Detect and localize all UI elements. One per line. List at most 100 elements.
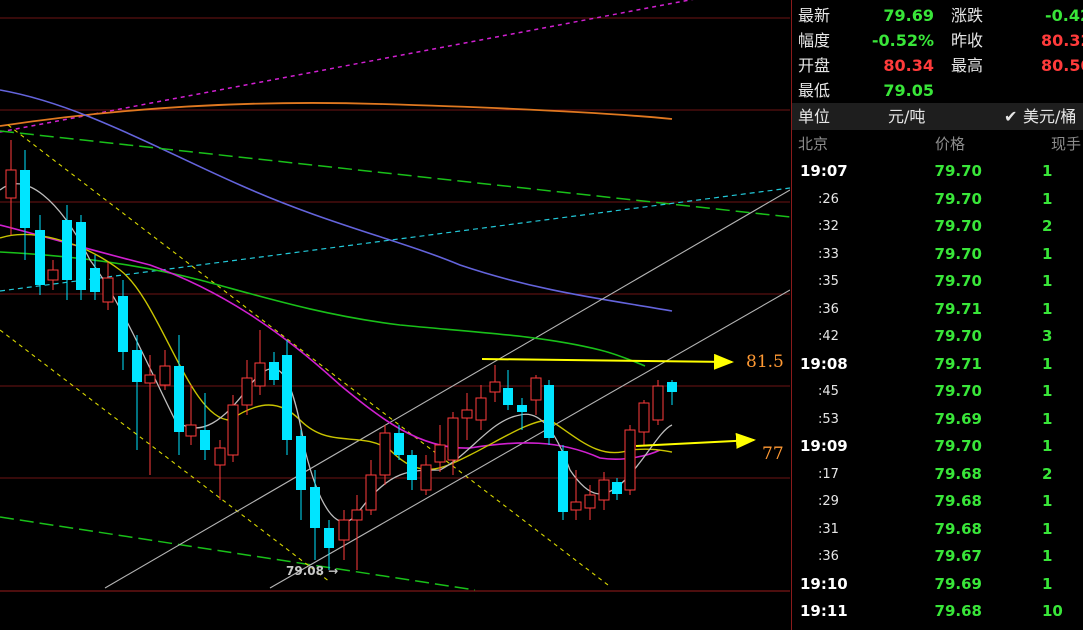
candlestick[interactable] [584,485,596,520]
candlestick[interactable] [434,425,446,472]
check-icon: ✔ [1004,107,1018,126]
candlestick[interactable] [447,412,459,475]
candlestick[interactable] [241,360,253,415]
tick-price: 79.71 [934,354,982,373]
candlestick[interactable] [35,215,45,295]
candlestick[interactable] [47,260,59,290]
candlestick[interactable] [5,140,17,235]
candlestick[interactable] [379,425,391,485]
candlestick[interactable] [461,393,473,440]
candlestick[interactable] [76,215,86,300]
candle-body [62,220,72,280]
candlestick[interactable] [310,470,320,560]
tick-time: :53 [818,411,839,427]
kline-chart[interactable]: 81.5 77 79.08 → [0,0,790,630]
candle-body [324,528,334,548]
tick-volume: 1 [1042,272,1053,290]
tick-row[interactable]: :35 79.70 1 [792,268,1083,295]
unit-label: 单位 [798,107,831,126]
candlestick[interactable] [174,335,184,455]
candlestick[interactable] [638,400,650,445]
candlestick[interactable] [20,150,30,260]
tick-volume: 1 [1042,492,1053,510]
candle-body [612,482,622,494]
candle-body [282,355,292,440]
candlestick[interactable] [365,460,377,515]
candlestick[interactable] [667,380,677,405]
candlestick[interactable] [544,380,554,445]
candlestick[interactable] [144,355,156,475]
tick-row[interactable]: :42 79.70 3 [792,323,1083,350]
low-price-marker: 79.08 → [286,564,338,578]
candlestick[interactable] [530,375,542,415]
tick-row[interactable]: :32 79.70 2 [792,213,1083,240]
candlestick[interactable] [296,430,306,520]
candlestick[interactable] [420,455,432,495]
tick-price: 79.70 [934,382,982,400]
candlestick[interactable] [324,520,334,570]
candlestick[interactable] [269,352,279,385]
candlestick[interactable] [132,335,142,450]
candlestick[interactable] [558,445,568,520]
candlestick[interactable] [200,393,210,460]
candlestick[interactable] [475,385,487,430]
white-ascending-channel[interactable] [104,189,790,589]
tick-row[interactable]: :36 79.67 1 [792,543,1083,570]
candle-body [254,362,266,387]
candlestick[interactable] [407,450,417,490]
green-dashed-lower[interactable] [0,516,476,591]
tick-row[interactable]: :17 79.68 2 [792,461,1083,488]
yellow-dashed-channel[interactable] [0,124,609,586]
candlestick[interactable] [282,340,292,455]
tick-row[interactable]: :53 79.69 1 [792,406,1083,433]
candlestick[interactable] [214,440,226,500]
cyan-dashed-line[interactable] [0,187,790,292]
candle-body [638,402,650,433]
tick-row[interactable]: :36 79.71 1 [792,296,1083,323]
candlestick[interactable] [489,365,501,402]
tick-price: 79.71 [934,299,982,318]
tick-row[interactable]: 19:08 79.71 1 [792,351,1083,378]
candlestick[interactable] [351,495,363,570]
candlestick[interactable] [159,350,171,390]
candlestick[interactable] [185,385,197,445]
candlestick[interactable] [652,380,664,425]
quote-row-open: 开盘 80.34 最高 80.50 [792,53,1083,78]
latest-label: 最新 [798,6,831,25]
tick-time: :35 [818,274,839,289]
tick-time: :17 [818,466,839,482]
tick-row[interactable]: :26 79.70 1 [792,186,1083,213]
tick-row[interactable]: 19:09 79.70 1 [792,433,1083,460]
candlestick[interactable] [612,478,622,500]
candlestick[interactable] [254,330,266,395]
candle-body [310,487,320,528]
tick-row[interactable]: :31 79.68 1 [792,516,1083,543]
candlestick-series[interactable] [5,140,677,570]
candle-body [489,381,501,393]
tick-row[interactable]: :33 79.70 1 [792,241,1083,268]
candle-body [365,474,377,511]
unit-option-usd[interactable]: 美元/桶 [1023,103,1076,130]
tick-row[interactable]: 19:07 79.70 1 [792,158,1083,185]
low-label: 最低 [798,81,831,100]
tick-row[interactable]: :29 79.68 1 [792,488,1083,515]
target-arrow-upper[interactable] [481,353,734,370]
unit-option-cny[interactable]: 元/吨 [888,103,925,130]
candlestick[interactable] [62,205,72,300]
candle-body [394,433,404,455]
candlestick[interactable] [503,370,513,410]
candlestick[interactable] [624,425,636,495]
candlestick[interactable] [227,395,239,462]
candlestick[interactable] [102,262,114,310]
candle-body [5,169,17,199]
tick-row[interactable]: 19:10 79.69 1 [792,571,1083,598]
quote-panel: 最新 79.69 涨跌 -0.42 幅度 -0.52% 昨收 80.32 开盘 … [791,0,1083,630]
candle-body [47,269,59,281]
tick-time: :32 [818,219,839,234]
candle-body [447,417,459,461]
kline-chart-canvas[interactable]: 81.5 77 79.08 → [0,0,790,630]
tick-row[interactable]: :45 79.70 1 [792,378,1083,405]
tick-row[interactable]: 19:11 79.68 10 [792,598,1083,625]
green-dashed-upper[interactable] [0,130,790,218]
candlestick[interactable] [338,510,350,560]
